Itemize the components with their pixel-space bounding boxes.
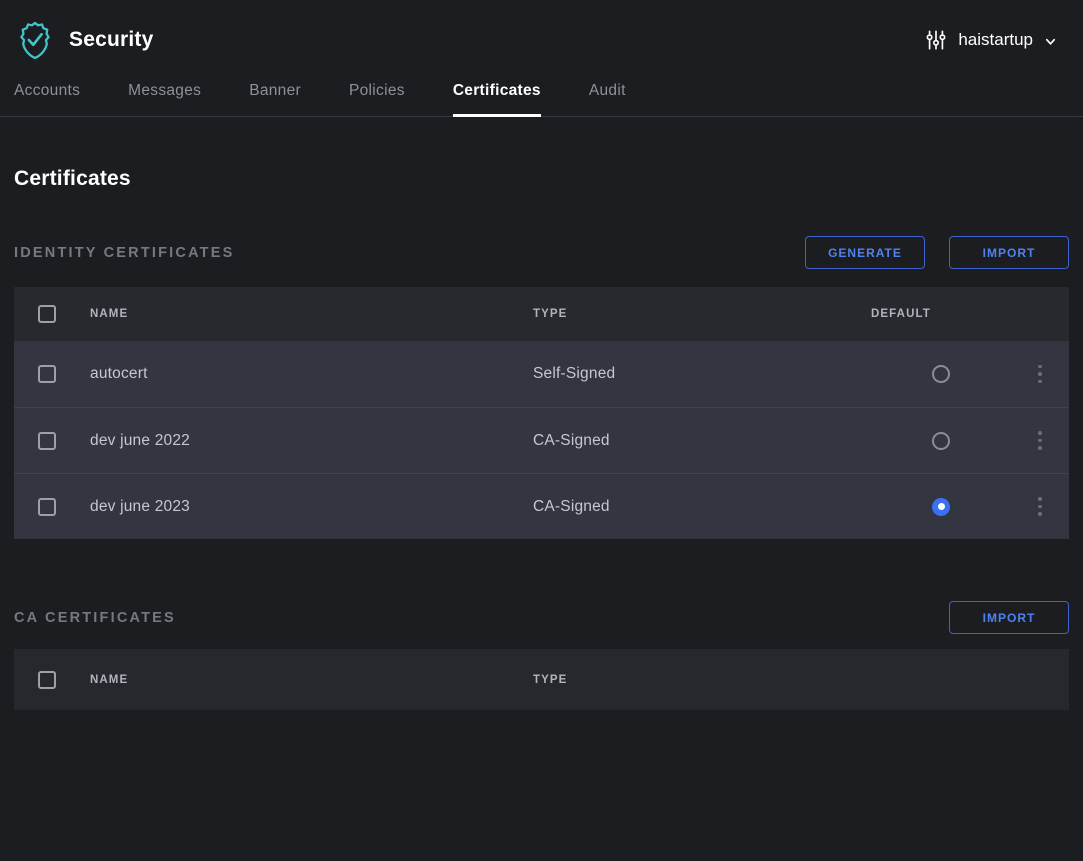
column-header-name: NAME: [90, 674, 128, 686]
tab-bar: Accounts Messages Banner Policies Certif…: [0, 80, 1083, 117]
identity-certificates-section-header: IDENTITY CERTIFICATES GENERATE IMPORT: [14, 236, 1069, 269]
import-identity-button[interactable]: IMPORT: [949, 236, 1069, 269]
kebab-menu-icon[interactable]: [1034, 493, 1046, 520]
certificate-type: CA-Signed: [533, 498, 610, 516]
account-menu[interactable]: haistartup: [925, 29, 1057, 51]
sliders-icon: [925, 29, 947, 51]
tab-certificates[interactable]: Certificates: [453, 80, 541, 116]
shield-check-icon: [14, 18, 56, 62]
select-all-checkbox[interactable]: [38, 671, 56, 689]
tab-audit[interactable]: Audit: [589, 80, 626, 116]
kebab-menu-icon[interactable]: [1034, 361, 1046, 388]
identity-table-header-row: NAME TYPE DEFAULT: [14, 287, 1069, 341]
table-row-dev-june-2022: dev june 2022 CA-Signed: [14, 407, 1069, 473]
certificate-type: Self-Signed: [533, 365, 615, 383]
tab-policies[interactable]: Policies: [349, 80, 405, 116]
ca-certificates-actions: IMPORT: [949, 601, 1069, 634]
ca-table-header-row: NAME TYPE: [14, 649, 1069, 710]
identity-certificates-table: NAME TYPE DEFAULT autocert Self-Signed d…: [14, 287, 1069, 539]
row-checkbox[interactable]: [38, 365, 56, 383]
ca-certificates-heading: CA CERTIFICATES: [14, 610, 176, 626]
default-radio[interactable]: [932, 365, 950, 383]
tab-banner[interactable]: Banner: [249, 80, 301, 116]
ca-certificates-table: NAME TYPE: [14, 649, 1069, 710]
column-header-type: TYPE: [533, 674, 567, 686]
app-header-left: Security: [14, 18, 153, 62]
ca-certificates-section-header: CA CERTIFICATES IMPORT: [14, 601, 1069, 634]
identity-certificates-heading: IDENTITY CERTIFICATES: [14, 245, 234, 261]
certificate-type: CA-Signed: [533, 432, 610, 450]
default-radio[interactable]: [932, 498, 950, 516]
certificate-name: dev june 2023: [90, 498, 190, 516]
tab-accounts[interactable]: Accounts: [14, 80, 80, 116]
chevron-down-icon: [1044, 35, 1057, 48]
main-content: Certificates IDENTITY CERTIFICATES GENER…: [0, 167, 1083, 710]
certificate-name: dev june 2022: [90, 432, 190, 450]
generate-button[interactable]: GENERATE: [805, 236, 925, 269]
column-header-type: TYPE: [533, 308, 567, 320]
default-radio[interactable]: [932, 432, 950, 450]
select-all-checkbox[interactable]: [38, 305, 56, 323]
import-ca-button[interactable]: IMPORT: [949, 601, 1069, 634]
account-name: haistartup: [958, 30, 1033, 50]
tab-messages[interactable]: Messages: [128, 80, 201, 116]
app-title: Security: [69, 28, 153, 52]
table-row-dev-june-2023: dev june 2023 CA-Signed: [14, 473, 1069, 539]
certificate-name: autocert: [90, 365, 148, 383]
column-header-default: DEFAULT: [871, 308, 931, 320]
row-checkbox[interactable]: [38, 432, 56, 450]
identity-certificates-actions: GENERATE IMPORT: [805, 236, 1069, 269]
page-title: Certificates: [14, 167, 1069, 191]
column-header-name: NAME: [90, 308, 128, 320]
row-checkbox[interactable]: [38, 498, 56, 516]
table-row-autocert: autocert Self-Signed: [14, 341, 1069, 407]
app-header: Security haistartup: [0, 0, 1083, 80]
kebab-menu-icon[interactable]: [1034, 427, 1046, 454]
